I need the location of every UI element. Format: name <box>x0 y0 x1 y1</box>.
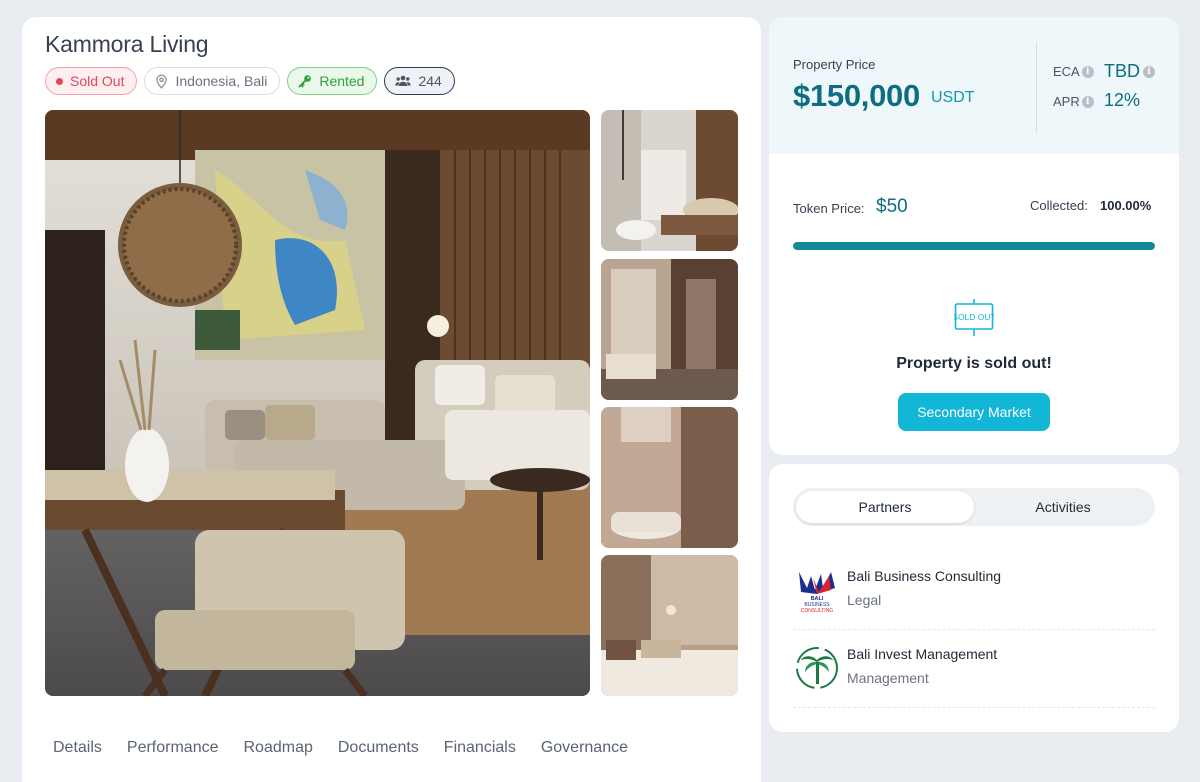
info-icon[interactable]: i <box>1081 95 1094 108</box>
tab-governance[interactable]: Governance <box>541 739 628 757</box>
token-price-value: $50 <box>876 196 908 217</box>
property-price-unit: USDT <box>931 89 975 106</box>
sold-out-sign-icon: SOLD OUT <box>952 299 996 337</box>
rented-badge[interactable]: Rented <box>287 67 378 95</box>
partner-name: Bali Business Consulting <box>847 568 1002 584</box>
property-card: Kammora Living Sold Out Indonesia, Bali … <box>22 17 761 782</box>
sold-out-message: Property is sold out! <box>896 355 1052 372</box>
eca-value: TBD i <box>1104 61 1155 82</box>
location-label: Indonesia, Bali <box>175 73 268 89</box>
apr-label: APR i <box>1053 94 1094 109</box>
key-icon <box>298 74 312 88</box>
info-icon[interactable]: i <box>1081 65 1094 78</box>
price-card: Property Price $150,000 USDT ECA i TBD i… <box>769 17 1179 455</box>
bali-invest-management-logo <box>795 646 839 690</box>
partner-role: Legal <box>847 592 882 608</box>
divider <box>1036 42 1037 132</box>
thumbnail-bed[interactable] <box>601 555 738 696</box>
bali-business-consulting-logo: BALI BUSINESS CONSULTING <box>795 568 839 614</box>
location-badge[interactable]: Indonesia, Bali <box>144 67 281 95</box>
users-icon <box>395 75 412 87</box>
sold-out-sign-text: SOLD OUT <box>954 312 994 322</box>
main-property-photo[interactable] <box>45 110 590 696</box>
eca-value-text: TBD <box>1104 61 1140 81</box>
sold-out-label: Sold Out <box>70 73 125 89</box>
svg-text:CONSULTING: CONSULTING <box>801 608 834 612</box>
property-price-label: Property Price <box>793 57 876 72</box>
info-icon[interactable]: i <box>1143 65 1155 78</box>
rented-label: Rented <box>319 73 365 89</box>
collected-label: Collected: <box>1030 198 1088 213</box>
tab-performance[interactable]: Performance <box>127 739 219 757</box>
location-pin-icon <box>155 74 168 89</box>
tab-details[interactable]: Details <box>53 739 102 757</box>
partners-activities-toggle: Partners Activities <box>793 488 1155 526</box>
thumbnail-bathroom-sink[interactable] <box>601 110 738 251</box>
collected-progress-bar <box>793 242 1155 250</box>
eca-label: ECA i <box>1053 64 1094 79</box>
tab-financials[interactable]: Financials <box>444 739 516 757</box>
apr-value-text: 12% <box>1104 90 1141 110</box>
partners-card: Partners Activities BALI BUSINESS CONSUL… <box>769 464 1179 732</box>
eca-label-text: ECA <box>1053 64 1080 79</box>
partner-name: Bali Invest Management <box>847 646 998 662</box>
thumbnail-bathtub[interactable] <box>601 407 738 548</box>
token-price-label: Token Price: <box>793 201 865 216</box>
holders-badge[interactable]: 244 <box>384 67 455 95</box>
property-price-value: $150,000 <box>793 78 920 113</box>
collected-value: 100.00% <box>1100 198 1152 213</box>
apr-label-text: APR <box>1053 94 1080 109</box>
collected-progress-fill <box>793 242 1155 250</box>
status-dot-icon <box>56 77 63 85</box>
property-badges: Sold Out Indonesia, Bali Rented 244 <box>45 67 455 95</box>
secondary-market-button[interactable]: Secondary Market <box>898 393 1050 431</box>
partner-role: Management <box>847 670 929 686</box>
partner-item[interactable]: BALI BUSINESS CONSULTING Bali Business C… <box>793 560 1155 630</box>
tab-activities[interactable]: Activities <box>974 491 1152 523</box>
sold-out-badge[interactable]: Sold Out <box>45 67 138 95</box>
property-title: Kammora Living <box>45 31 209 57</box>
apr-value: 12% <box>1104 90 1140 111</box>
tab-partners[interactable]: Partners <box>796 491 974 523</box>
tab-roadmap[interactable]: Roadmap <box>244 739 313 757</box>
property-tabs: Details Performance Roadmap Documents Fi… <box>53 739 653 757</box>
holders-count: 244 <box>418 73 442 89</box>
thumbnail-bedroom-view[interactable] <box>601 259 738 400</box>
tab-documents[interactable]: Documents <box>338 739 419 757</box>
partner-item[interactable]: Bali Invest Management Management <box>793 638 1155 708</box>
price-summary: Property Price $150,000 USDT ECA i TBD i… <box>769 17 1179 154</box>
